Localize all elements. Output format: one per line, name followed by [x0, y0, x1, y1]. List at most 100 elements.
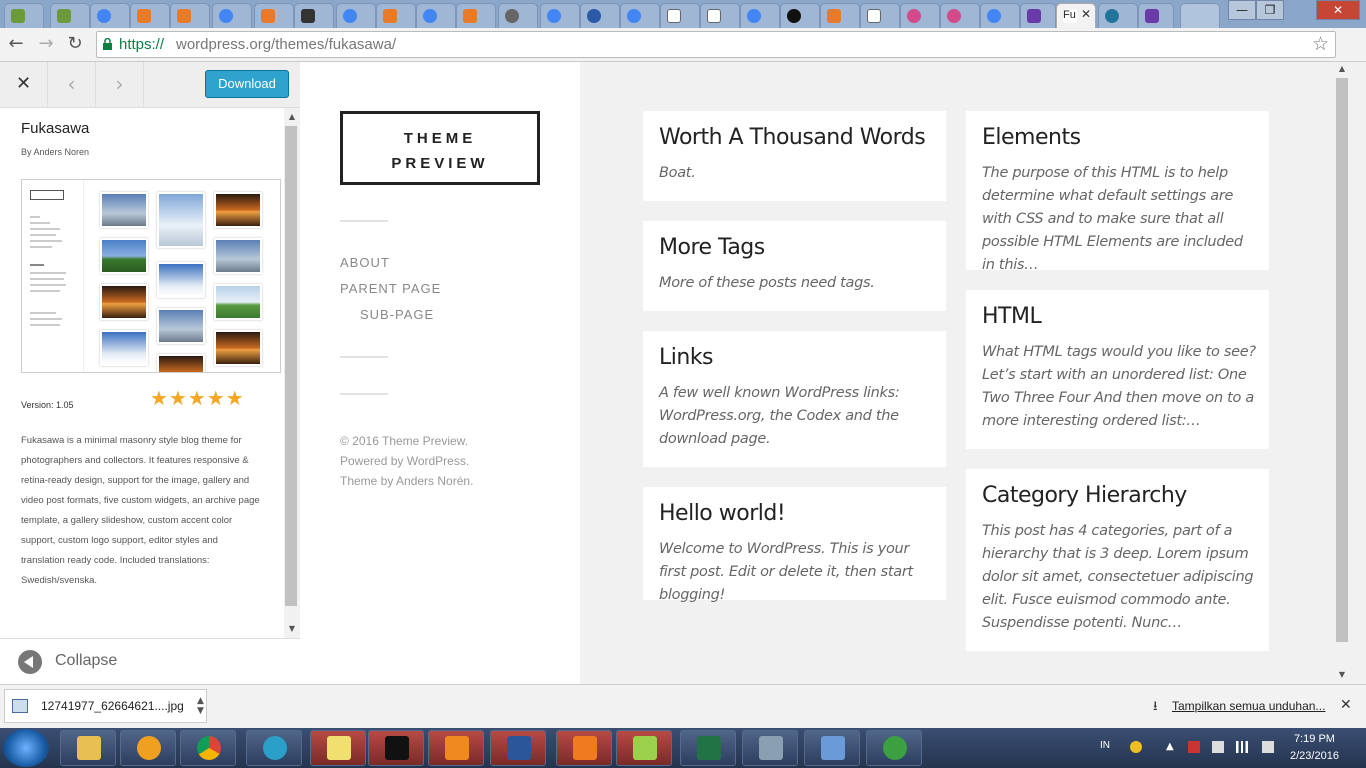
- nav-link-sub-page[interactable]: SUB-PAGE: [360, 307, 434, 322]
- tab-close-icon[interactable]: ✕: [1081, 7, 1091, 21]
- start-button[interactable]: [3, 729, 49, 767]
- chevron-down-icon[interactable]: ▲ ▼: [197, 696, 204, 716]
- scroll-down-icon[interactable]: ▼: [284, 624, 300, 633]
- usb-icon[interactable]: [1212, 741, 1224, 753]
- close-icon[interactable]: ✕: [1340, 697, 1352, 713]
- credit-powered-by[interactable]: Powered by WordPress.: [340, 451, 473, 471]
- post-title[interactable]: Category Hierarchy: [982, 483, 1187, 508]
- taskbar-notepadpp[interactable]: [616, 730, 672, 766]
- back-arrow-icon[interactable]: ←: [4, 33, 28, 54]
- browser-tab[interactable]: [540, 3, 580, 28]
- post-card[interactable]: Links A few well known WordPress links: …: [643, 331, 946, 467]
- browser-tab[interactable]: [580, 3, 620, 28]
- post-title[interactable]: Hello world!: [659, 501, 786, 526]
- taskbar-app[interactable]: [742, 730, 798, 766]
- taskbar-cmd[interactable]: [368, 730, 424, 766]
- browser-tab[interactable]: [660, 3, 700, 28]
- post-card[interactable]: More Tags More of these posts need tags.: [643, 221, 946, 311]
- post-card[interactable]: Worth A Thousand Words Boat.: [643, 111, 946, 201]
- browser-tab[interactable]: [820, 3, 860, 28]
- browser-tab[interactable]: [130, 3, 170, 28]
- site-logo[interactable]: THEME PREVIEW: [340, 111, 540, 185]
- sidebar-scroll-thumb[interactable]: [285, 126, 297, 606]
- collapse-button[interactable]: Collapse: [55, 652, 117, 670]
- post-title[interactable]: Worth A Thousand Words: [659, 125, 926, 150]
- browser-tab[interactable]: [740, 3, 780, 28]
- clock-date[interactable]: 2/23/2016: [1290, 750, 1339, 762]
- browser-tab[interactable]: [170, 3, 210, 28]
- taskbar-idm[interactable]: [866, 730, 922, 766]
- close-icon[interactable]: ✕: [0, 62, 48, 108]
- browser-tab[interactable]: [294, 3, 334, 28]
- warning-icon[interactable]: [1130, 741, 1142, 753]
- preview-scroll-thumb[interactable]: [1336, 78, 1348, 642]
- browser-tab[interactable]: [212, 3, 252, 28]
- reload-icon[interactable]: ↻: [63, 33, 87, 54]
- browser-tab[interactable]: [416, 3, 456, 28]
- scroll-up-icon[interactable]: ▲: [284, 112, 300, 121]
- nav-link-about[interactable]: ABOUT: [340, 255, 390, 270]
- browser-tab[interactable]: [620, 3, 660, 28]
- taskbar-xampp[interactable]: [556, 730, 612, 766]
- browser-tab[interactable]: [700, 3, 740, 28]
- chevron-up-icon[interactable]: ▲: [1166, 741, 1178, 753]
- minimize-button[interactable]: —: [1228, 0, 1256, 20]
- previous-theme-icon[interactable]: ‹: [48, 62, 96, 108]
- new-tab-button[interactable]: [1180, 3, 1220, 28]
- volume-icon[interactable]: [1262, 741, 1274, 753]
- taskbar-chrome[interactable]: [180, 730, 236, 766]
- bookmark-star-icon[interactable]: ☆: [1312, 33, 1329, 55]
- post-excerpt: More of these posts need tags.: [659, 275, 875, 291]
- browser-tab[interactable]: [860, 3, 900, 28]
- post-title[interactable]: HTML: [982, 304, 1042, 329]
- credit-theme-by[interactable]: Theme by Anders Norén.: [340, 471, 473, 491]
- browser-tab[interactable]: [254, 3, 294, 28]
- taskbar-media-player[interactable]: [120, 730, 176, 766]
- taskbar-virtualbox[interactable]: [804, 730, 860, 766]
- taskbar-sticky-notes[interactable]: [310, 730, 366, 766]
- clock-time[interactable]: 7:19 PM: [1294, 733, 1335, 745]
- browser-tab[interactable]: [90, 3, 130, 28]
- browser-tab[interactable]: [498, 3, 538, 28]
- browser-tab-active[interactable]: Fu ✕: [1056, 3, 1096, 28]
- next-theme-icon[interactable]: ›: [96, 62, 144, 108]
- post-card[interactable]: HTML What HTML tags would you like to se…: [966, 290, 1269, 449]
- collapse-arrow-icon[interactable]: [18, 650, 42, 674]
- browser-tab[interactable]: [900, 3, 940, 28]
- post-title[interactable]: Links: [659, 345, 714, 370]
- post-card[interactable]: Hello world! Welcome to WordPress. This …: [643, 487, 946, 603]
- browser-tab[interactable]: [456, 3, 496, 28]
- window-close-button[interactable]: ✕: [1316, 0, 1360, 20]
- browser-tab[interactable]: [376, 3, 416, 28]
- language-indicator[interactable]: IN: [1100, 740, 1110, 751]
- signal-icon[interactable]: [1236, 741, 1248, 753]
- browser-tab[interactable]: [1020, 3, 1056, 28]
- show-all-downloads-link[interactable]: Tampilkan semua unduhan...: [1172, 699, 1325, 713]
- scroll-up-icon[interactable]: ▲: [1334, 64, 1350, 73]
- post-card[interactable]: Elements The purpose of this HTML is to …: [966, 111, 1269, 273]
- scroll-down-icon[interactable]: ▼: [1334, 670, 1350, 679]
- taskbar-app[interactable]: [246, 730, 302, 766]
- post-card[interactable]: Category Hierarchy This post has 4 categ…: [966, 469, 1269, 651]
- browser-tab[interactable]: [780, 3, 820, 28]
- taskbar-sublime[interactable]: [428, 730, 484, 766]
- forward-arrow-icon[interactable]: →: [34, 33, 58, 54]
- browser-tab[interactable]: [4, 3, 44, 28]
- download-button[interactable]: Download: [205, 70, 289, 98]
- flag-icon[interactable]: [1188, 741, 1200, 753]
- taskbar-word[interactable]: [490, 730, 546, 766]
- download-item[interactable]: 12741977_62664621....jpg ▲ ▼: [4, 689, 207, 723]
- post-title[interactable]: Elements: [982, 125, 1081, 150]
- taskbar-explorer[interactable]: [60, 730, 116, 766]
- browser-tab[interactable]: [940, 3, 980, 28]
- browser-tab[interactable]: [1138, 3, 1174, 28]
- browser-tab[interactable]: [50, 3, 90, 28]
- address-bar[interactable]: https:// wordpress.org/themes/fukasawa/ …: [96, 31, 1336, 58]
- post-title[interactable]: More Tags: [659, 235, 765, 260]
- nav-link-parent-page[interactable]: PARENT PAGE: [340, 281, 441, 296]
- taskbar-excel[interactable]: [680, 730, 736, 766]
- browser-tab[interactable]: [980, 3, 1020, 28]
- browser-tab[interactable]: [1098, 3, 1138, 28]
- restore-button[interactable]: ❐: [1256, 0, 1284, 20]
- browser-tab[interactable]: [336, 3, 376, 28]
